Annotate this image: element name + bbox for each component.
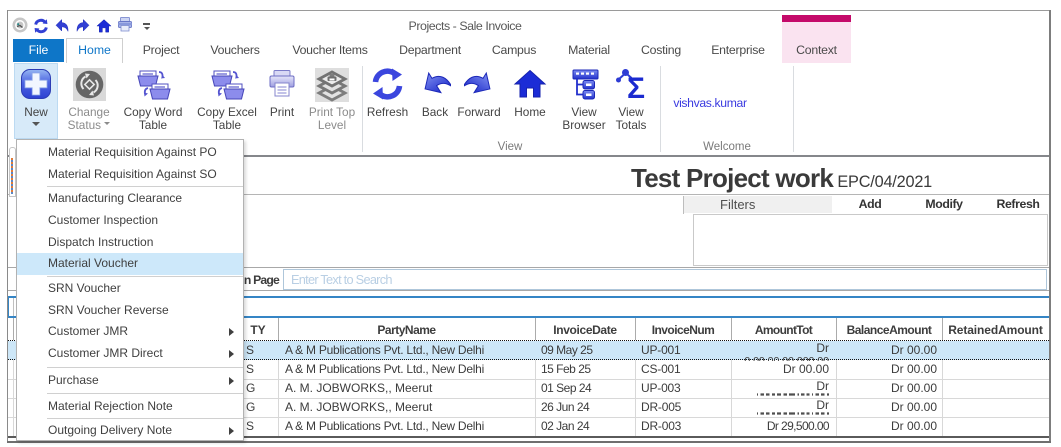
svg-text:Σ: Σ xyxy=(627,72,645,100)
